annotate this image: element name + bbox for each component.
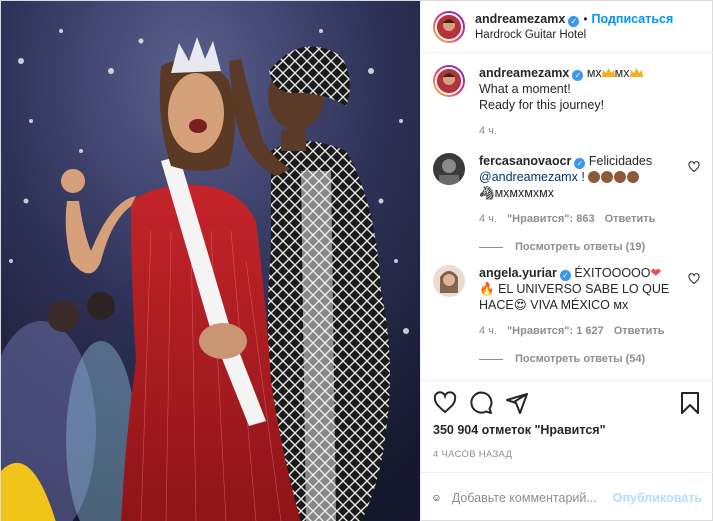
heart-icon[interactable] [433, 391, 457, 415]
bookmark-icon[interactable] [678, 391, 702, 415]
flag-text: мх [586, 66, 602, 80]
reply-button[interactable]: Ответить [614, 323, 665, 339]
follow-button[interactable]: Подписаться [592, 12, 674, 26]
publish-button[interactable]: Опубликовать [613, 491, 702, 505]
instagram-post: andreamezamx ✓ • Подписаться Hardrock Guita… [0, 0, 713, 521]
header-text: andreamezamx ✓ • Подписаться Hardrock Guita… [475, 11, 673, 43]
mention-link[interactable]: @andreamezamx [479, 170, 578, 184]
comment-text: ÉXITOOOOO [574, 266, 651, 280]
comment-like-icon[interactable] [688, 273, 700, 285]
crown-icon [629, 68, 643, 77]
comment-username[interactable]: fercasanovaocr [479, 154, 571, 168]
comments-list[interactable]: andreamezamx ✓ мх мх What a moment! Ready … [421, 53, 713, 380]
comment-like-icon[interactable] [688, 161, 700, 173]
clap-emoji-icons [588, 170, 640, 184]
reply-button[interactable]: Ответить [605, 211, 656, 227]
verified-icon: ✓ [572, 70, 584, 81]
view-replies-button[interactable]: Посмотреть ответы (54) [479, 353, 702, 365]
comment-time[interactable]: 4 ч. [479, 323, 497, 339]
comment-likes[interactable]: "Нравится": 863 [507, 211, 595, 227]
red-heart-icon: ❤ [650, 266, 661, 280]
comment: angela.yuriar ✓ ÉXITOOOOO❤ 🔥 EL UNIVERSO … [433, 265, 702, 339]
comment-line-3a: HACE [479, 298, 514, 312]
caption-line-1: What a moment! [479, 82, 571, 96]
action-icons [433, 389, 702, 417]
crown-icon [601, 68, 615, 77]
post-timestamp[interactable]: 4 ЧАСОВ НАЗАД [433, 449, 702, 460]
location-link[interactable]: Hardrock Guitar Hotel [475, 27, 673, 43]
comment-meta: 4 ч. "Нравится": 1 627 Ответить [479, 323, 689, 339]
caption-time[interactable]: 4 ч. [479, 123, 497, 139]
caption-line-2: Ready for this journey! [479, 98, 605, 112]
verified-icon: ✓ [568, 15, 580, 27]
comment-time[interactable]: 4 ч. [479, 211, 497, 227]
verified-icon: ✓ [574, 158, 586, 169]
caption-meta: 4 ч. [479, 123, 689, 139]
separator-dot: • [583, 11, 588, 26]
share-icon[interactable] [505, 391, 529, 415]
caption-username[interactable]: andreamezamx [479, 66, 569, 80]
caption-avatar[interactable] [433, 65, 465, 97]
emoji-icon[interactable] [433, 487, 440, 509]
heart-eyes-icon: 😍 [513, 298, 527, 312]
caption-title: мх мх [587, 66, 643, 80]
post-header: andreamezamx ✓ • Подписаться Hardrock Guita… [421, 1, 713, 53]
comment-body: fercasanovaocr ✓ Felicidades @andreamezam… [479, 153, 689, 227]
comment-line-2: мхмхмхмх [494, 186, 554, 200]
post-actions: 350 904 отметок "Нравится" 4 ЧАСОВ НАЗАД [421, 380, 713, 460]
author-avatar[interactable] [433, 10, 465, 43]
comment-text: Felicidades [588, 154, 653, 168]
commenter-avatar[interactable] [433, 265, 465, 297]
view-replies-label: Посмотреть ответы (19) [515, 241, 646, 253]
comment-meta: 4 ч. "Нравится": 863 Ответить [479, 211, 689, 227]
likes-count[interactable]: 350 904 отметок "Нравится" [433, 423, 702, 437]
view-replies-button[interactable]: Посмотреть ответы (19) [479, 241, 702, 253]
comment-icon[interactable] [469, 391, 493, 415]
comment-line-3b: VIVA MÉXICO мх [526, 298, 629, 312]
fire-icon: 🔥 [479, 282, 495, 296]
verified-icon: ✓ [559, 270, 571, 281]
post-panel: andreamezamx ✓ • Подписаться Hardrock Guita… [420, 1, 713, 521]
caption: andreamezamx ✓ мх мх What a moment! Ready … [433, 65, 702, 139]
comment-input[interactable] [451, 490, 613, 505]
comment-body: angela.yuriar ✓ ÉXITOOOOO❤ 🔥 EL UNIVERSO … [479, 265, 689, 339]
comment-likes[interactable]: "Нравится": 1 627 [507, 323, 604, 339]
post-photo[interactable] [1, 1, 420, 521]
caption-body: andreamezamx ✓ мх мх What a moment! Ready … [479, 65, 689, 139]
commenter-avatar[interactable] [433, 153, 465, 185]
view-replies-label: Посмотреть ответы (54) [515, 353, 646, 365]
comment-line-2: EL UNIVERSO SABE LO QUE [498, 282, 670, 296]
post-image [1, 1, 420, 521]
flag-text-2: мх [614, 66, 630, 80]
flag-emoji-icon: 🦓 [479, 186, 495, 200]
comment-username[interactable]: angela.yuriar [479, 266, 557, 280]
add-comment-bar: Опубликовать [421, 472, 713, 521]
comment: fercasanovaocr ✓ Felicidades @andreamezam… [433, 153, 702, 227]
comment-text-after: ! [577, 170, 585, 184]
author-username[interactable]: andreamezamx [475, 12, 565, 26]
